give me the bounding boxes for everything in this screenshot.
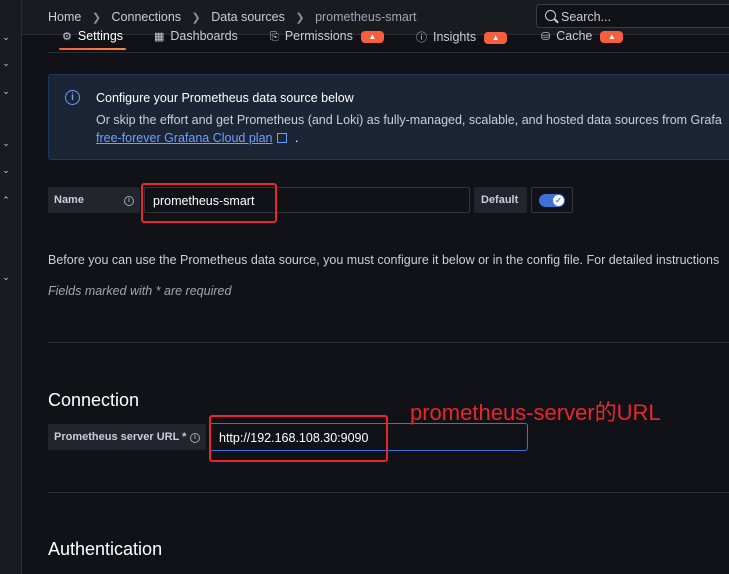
alert-trailing-text: . (295, 131, 299, 145)
info-circle-icon[interactable]: i (190, 433, 200, 443)
tab-dashboards[interactable]: ▦ Dashboards (154, 29, 238, 43)
label-text: Prometheus server URL * (54, 431, 187, 443)
external-link-icon (277, 133, 288, 143)
tab-permissions[interactable]: ⎘ Permissions ▲ (270, 29, 384, 44)
annotation-label: prometheus-server的URL (410, 400, 661, 425)
lock-icon: ⎘ (270, 31, 279, 43)
chevron-down-icon[interactable]: ⌄ (0, 58, 12, 69)
alert-body: Or skip the effort and get Prometheus (a… (96, 113, 722, 127)
authentication-heading: Authentication (48, 539, 163, 559)
upgrade-badge: ▲ (600, 30, 624, 43)
chevron-down-icon[interactable]: ⌄ (0, 86, 12, 97)
grafana-cloud-link[interactable]: free-forever Grafana Cloud plan (96, 131, 288, 145)
tab-label: Dashboards (170, 29, 238, 43)
search-icon (545, 10, 556, 21)
tab-label: Permissions (284, 29, 353, 43)
chevron-down-icon[interactable]: ⌄ (0, 138, 12, 149)
default-toggle[interactable]: ✓ (539, 194, 565, 207)
tab-label: Settings (77, 29, 124, 43)
default-field-label: Default (474, 187, 527, 213)
divider (48, 342, 729, 343)
sliders-icon: ⚙ (62, 31, 72, 43)
database-icon: ⛁ (541, 31, 551, 43)
chevron-up-icon[interactable]: ⌃ (0, 195, 12, 206)
link-text: free-forever Grafana Cloud plan (96, 131, 273, 145)
upgrade-badge: ▲ (360, 30, 384, 43)
chevron-right-icon: ❯ (91, 12, 102, 24)
highlight-box-url (209, 415, 388, 462)
search-input[interactable]: Search... (536, 4, 729, 28)
instructions-text: Before you can use the Prometheus data s… (48, 253, 720, 267)
check-icon: ✓ (553, 195, 564, 206)
breadcrumb-data-sources[interactable]: Data sources (211, 10, 285, 24)
connection-heading: Connection (48, 390, 140, 410)
info-circle-icon[interactable]: i (124, 196, 134, 206)
label-text: Default (481, 194, 519, 206)
breadcrumb-home[interactable]: Home (48, 10, 81, 24)
required-note: Fields marked with * are required (48, 284, 232, 298)
chevron-down-icon[interactable]: ⌄ (0, 165, 12, 176)
default-toggle-container: ✓ (531, 187, 573, 213)
apps-icon: ▦ (154, 31, 165, 43)
info-circle-icon: i (65, 90, 80, 105)
label-text: Name (54, 194, 84, 206)
alert-title: Configure your Prometheus data source be… (96, 91, 354, 105)
highlight-box-name (141, 183, 277, 223)
info-alert: i Configure your Prometheus data source … (48, 74, 729, 160)
chevron-down-icon[interactable]: ⌄ (0, 272, 12, 283)
tab-insights[interactable]: ⓘ Insights ▲ (416, 29, 508, 45)
tab-label: Cache (556, 29, 593, 43)
breadcrumb: Home ❯ Connections ❯ Data sources ❯ prom… (48, 10, 417, 24)
chevron-down-icon[interactable]: ⌄ (0, 32, 12, 43)
name-field-label: Name i (48, 187, 140, 213)
info-icon: ⓘ (416, 32, 427, 44)
divider (48, 492, 729, 493)
tab-cache[interactable]: ⛁ Cache ▲ (541, 29, 624, 43)
server-url-label: Prometheus server URL * i (48, 424, 206, 450)
tab-bar: ⚙ Settings ▦ Dashboards ⎘ Permissions ▲ ⓘ Ins… (48, 26, 729, 53)
breadcrumb-current: prometheus-smart (315, 10, 417, 24)
breadcrumb-connections[interactable]: Connections (112, 10, 182, 24)
tab-settings[interactable]: ⚙ Settings (58, 29, 127, 50)
nav-sidebar: ⌄ ⌄ ⌄ ⌄ ⌄ ⌃ ⌄ (0, 0, 22, 574)
upgrade-badge: ▲ (484, 31, 508, 44)
chevron-right-icon: ❯ (295, 12, 305, 24)
chevron-right-icon: ❯ (191, 12, 201, 24)
search-placeholder: Search... (561, 10, 612, 24)
tab-label: Insights (433, 30, 477, 44)
